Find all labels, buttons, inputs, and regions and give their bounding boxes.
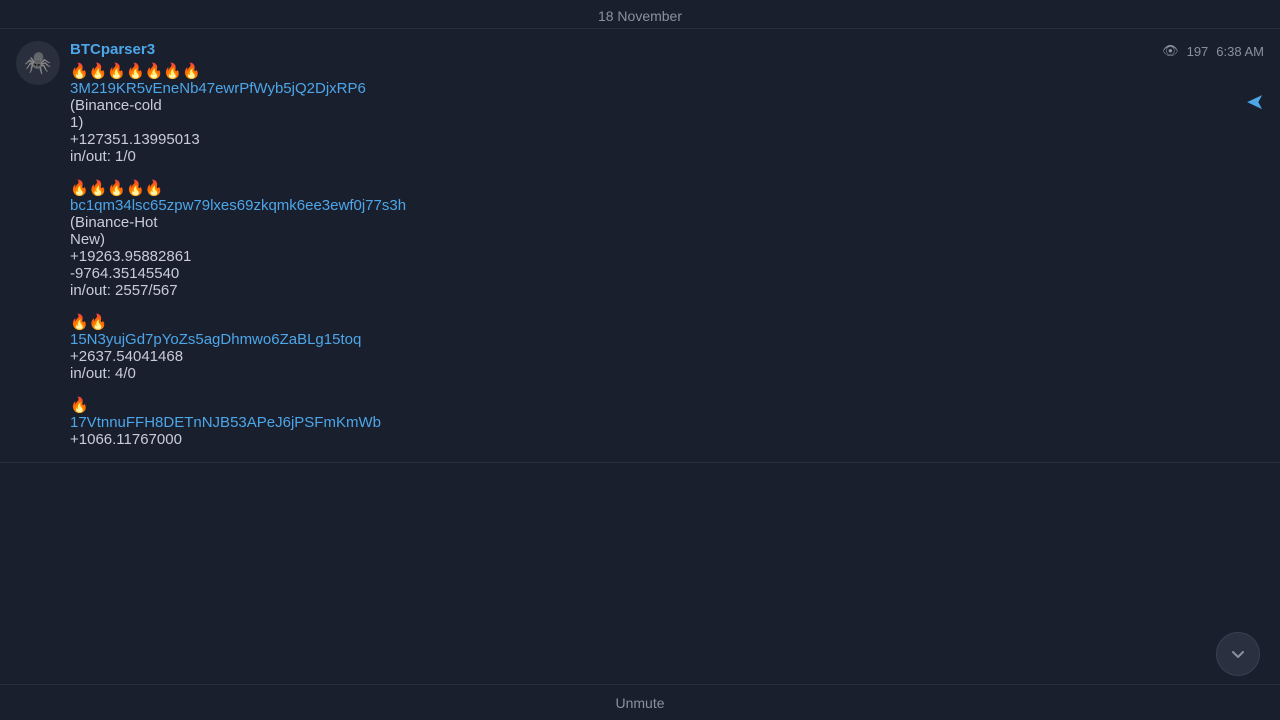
btc-block-1: 🔥🔥🔥🔥🔥🔥🔥 3M219KR5vEneNb47ewrPfWyb5jQ2DjxR… xyxy=(70,62,1264,165)
bottom-bar[interactable]: Unmute xyxy=(0,684,1280,720)
label-2b: New) xyxy=(70,231,1264,248)
fire-emojis-1: 🔥🔥🔥🔥🔥🔥🔥 xyxy=(70,62,1264,80)
bottom-divider xyxy=(0,462,1280,463)
sender-name: BTCparser3 xyxy=(70,41,1264,58)
label-1b: 1) xyxy=(70,114,1264,131)
btc-address-2[interactable]: bc1qm34lsc65zpw79lxes69zkqmk6ee3ewf0j77s… xyxy=(70,197,1264,214)
label-1: (Binance-cold xyxy=(70,97,1264,114)
forward-button[interactable]: ➤ xyxy=(1246,89,1264,115)
message-container: 🕷️ BTCparser3 🔥🔥🔥🔥🔥🔥🔥 3M219KR5vEneNb47ew… xyxy=(0,29,1280,462)
fire-emojis-2: 🔥🔥🔥🔥🔥 xyxy=(70,179,1264,197)
label-2: (Binance-Hot xyxy=(70,214,1264,231)
bottom-bar-label: Unmute xyxy=(615,695,664,711)
message-meta: 👁 197 6:38 AM xyxy=(1162,43,1264,59)
scroll-to-bottom-button[interactable] xyxy=(1216,632,1260,676)
inout-2: in/out: 2557/567 xyxy=(70,282,1264,299)
fire-emojis-3: 🔥🔥 xyxy=(70,313,1264,331)
inout-1: in/out: 1/0 xyxy=(70,148,1264,165)
avatar: 🕷️ xyxy=(16,41,60,85)
btc-address-3[interactable]: 15N3yujGd7pYoZs5agDhmwo6ZaBLg15toq xyxy=(70,331,1264,348)
btc-block-3: 🔥🔥 15N3yujGd7pYoZs5agDhmwo6ZaBLg15toq +2… xyxy=(70,313,1264,382)
fire-emojis-4: 🔥 xyxy=(70,396,1264,414)
message-body: BTCparser3 🔥🔥🔥🔥🔥🔥🔥 3M219KR5vEneNb47ewrPf… xyxy=(70,41,1264,454)
message-time: 6:38 AM xyxy=(1216,44,1264,59)
btc-block-4: 🔥 17VtnnuFFH8DETnNJB53APeJ6jPSFmKmWb +10… xyxy=(70,396,1264,448)
btc-block-2: 🔥🔥🔥🔥🔥 bc1qm34lsc65zpw79lxes69zkqmk6ee3ew… xyxy=(70,179,1264,299)
amount-2b: -9764.35145540 xyxy=(70,265,1264,282)
view-count: 197 xyxy=(1187,44,1209,59)
amount-4: +1066.11767000 xyxy=(70,431,1264,448)
date-label: 18 November xyxy=(598,8,682,24)
avatar-icon: 🕷️ xyxy=(24,50,51,76)
amount-1: +127351.13995013 xyxy=(70,131,1264,148)
date-header: 18 November xyxy=(0,0,1280,29)
btc-address-4[interactable]: 17VtnnuFFH8DETnNJB53APeJ6jPSFmKmWb xyxy=(70,414,1264,431)
btc-address-1[interactable]: 3M219KR5vEneNb47ewrPfWyb5jQ2DjxRP6 xyxy=(70,80,1264,97)
amount-2a: +19263.95882861 xyxy=(70,248,1264,265)
amount-3: +2637.54041468 xyxy=(70,348,1264,365)
inout-3: in/out: 4/0 xyxy=(70,365,1264,382)
eye-icon: 👁 xyxy=(1162,43,1179,59)
